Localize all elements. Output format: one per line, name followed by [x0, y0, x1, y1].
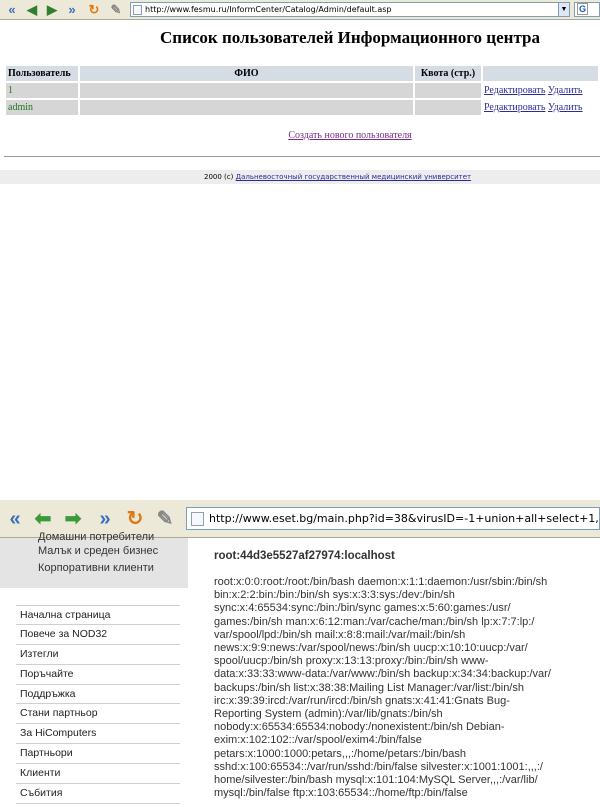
search-box[interactable]: G Go [574, 2, 600, 17]
edit-icon[interactable]: ✎ [108, 2, 124, 18]
dump-line: root:x:0:0:root:/root:/bin/bash daemon:x… [214, 576, 548, 588]
back-all-icon[interactable]: « [2, 507, 28, 531]
dump-line: var/spool/lpd:/bin/sh mail:x:8:8:mail:/v… [214, 628, 466, 641]
footer: 2000 (с) Дальневосточный государственный… [0, 170, 600, 184]
address-bar[interactable]: http://www.eset.bg/main.php?id=38&virusI… [186, 507, 600, 530]
sidebar-menu: Начална страница Повече за NOD32 Изтегли… [16, 605, 180, 804]
refresh-icon[interactable]: ↻ [86, 2, 102, 18]
page-icon [191, 512, 204, 526]
dump-line: Reporting System (admin):/var/lib/gnats:… [214, 708, 443, 721]
menu-item-clients[interactable]: Клиенти [16, 764, 180, 785]
menu-item-about-hicomputers[interactable]: За HiComputers [16, 724, 180, 745]
dump-line: bin:x:2:2:bin:/bin:/bin/sh sys:x:3:3:sys… [214, 589, 455, 602]
menu-item-download[interactable]: Изтегли [16, 645, 180, 665]
cell-quota [415, 100, 481, 115]
dump-line: irc:x:39:39:ircd:/var/run/ircd:/bin/sh g… [214, 694, 510, 707]
back-all-icon[interactable]: « [4, 2, 20, 18]
dump-line: exim:x:102:102::/var/spool/exim4:/bin/fa… [214, 734, 422, 747]
edit-link[interactable]: Редактировать [484, 102, 545, 113]
dump-line: backups:/bin/sh list:x:38:38:Mailing Lis… [214, 681, 524, 694]
cell-user: admin [6, 100, 78, 115]
address-dropdown-icon[interactable]: ▼ [558, 2, 570, 17]
address-text: http://www.eset.bg/main.php?id=38&virusI… [209, 512, 599, 525]
back-icon[interactable]: ◀ [24, 2, 40, 18]
create-user-link[interactable]: Создать нового пользователя [288, 130, 411, 141]
forward-all-icon[interactable]: » [64, 2, 80, 18]
table-row: admin Редактировать Удалить [6, 100, 598, 115]
passwd-dump: root:x:0:0:root:/root:/bin/bash daemon:x… [214, 576, 594, 800]
footer-copyright: 2000 (с) [204, 173, 234, 181]
dump-line: sshd:x:100:65534::/var/run/sshd:/bin/fal… [214, 760, 543, 773]
cell-actions: Редактировать Удалить [483, 83, 598, 98]
dump-line: petars:x:1000:1000:petars,,,:/home/petar… [214, 747, 466, 760]
delete-link[interactable]: Удалить [548, 85, 583, 96]
google-icon: G [577, 3, 589, 15]
create-user-area: Создать нового пользователя [0, 130, 600, 141]
column-header-user: Пользователь [6, 66, 78, 81]
cell-actions: Редактировать Удалить [483, 100, 598, 115]
column-header-quota: Квота (стр.) [415, 66, 481, 81]
menu-item-home[interactable]: Начална страница [16, 605, 180, 625]
sidebar-item-corporate[interactable]: Корпоративни клиенти [38, 562, 154, 574]
cell-user: 1 [6, 83, 78, 98]
edit-icon[interactable]: ✎ [152, 507, 178, 531]
dump-line: news:x:9:9:news:/var/spool/news:/bin/sh … [214, 642, 528, 655]
forward-icon[interactable]: ➡ [60, 507, 86, 531]
refresh-icon[interactable]: ↻ [122, 507, 148, 531]
sidebar-item-home-users[interactable]: Домашни потребители [38, 531, 154, 543]
table-header-row: Пользователь ФИО Квота (стр.) [6, 66, 598, 81]
table-row: 1 Редактировать Удалить [6, 83, 598, 98]
cell-fio [80, 100, 413, 115]
sidebar: Домашни потребители Малък и среден бизне… [0, 531, 188, 807]
menu-item-about-nod32[interactable]: Повече за NOD32 [16, 625, 180, 645]
column-header-fio: ФИО [80, 66, 413, 81]
footer-university-link[interactable]: Дальневосточный государственный медицинс… [236, 173, 471, 181]
address-bar[interactable]: http://www.fesmu.ru/InformCenter/Catalog… [130, 2, 560, 17]
dump-line: nobody:x:65534:65534:nobody:/nonexistent… [214, 721, 505, 734]
dump-line: home/silvester:/bin/bash mysql:x:101:104… [214, 774, 538, 787]
menu-item-events[interactable]: Събития [16, 784, 180, 804]
edit-link[interactable]: Редактировать [484, 85, 545, 96]
address-text: http://www.fesmu.ru/InformCenter/Catalog… [145, 5, 392, 14]
browser-toolbar: « ◀ ▶ » ↻ ✎ http://www.fesmu.ru/InformCe… [0, 0, 600, 20]
dump-line: data:x:33:33:www-data:/var/www:/bin/sh b… [214, 668, 551, 681]
dump-line: mysql:/bin/false ftp:x:103:65534::/home/… [214, 787, 468, 800]
users-table: Пользователь ФИО Квота (стр.) 1 Редактир… [4, 64, 600, 117]
dump-line: sync:x:4:65534:sync:/bin:/bin/sync games… [214, 602, 511, 615]
host-line: root:44d3e5527af27974:localhost [214, 550, 395, 562]
sidebar-customer-types: Домашни потребители Малък и среден бизне… [0, 531, 188, 588]
delete-link[interactable]: Удалить [548, 102, 583, 113]
back-icon[interactable]: ⬅ [30, 507, 56, 531]
menu-item-order[interactable]: Поръчайте [16, 665, 180, 685]
screenshot-fesmu: « ◀ ▶ » ↻ ✎ http://www.fesmu.ru/InformCe… [0, 0, 600, 190]
menu-item-become-partner[interactable]: Стани партньор [16, 704, 180, 725]
menu-item-partners[interactable]: Партньори [16, 744, 180, 765]
cell-fio [80, 83, 413, 98]
menu-item-support[interactable]: Поддръжка [16, 685, 180, 705]
cell-quota [415, 83, 481, 98]
dump-line: spool/uucp:/bin/sh proxy:x:13:13:proxy:/… [214, 655, 489, 668]
forward-all-icon[interactable]: » [92, 507, 118, 531]
forward-icon[interactable]: ▶ [44, 2, 60, 18]
divider [4, 156, 600, 157]
dump-line: games:/bin/sh man:x:6:12:man:/var/cache/… [214, 615, 535, 628]
content-area: root:44d3e5527af27974:localhost root:x:0… [214, 538, 600, 807]
page-title: Список пользователей Информационного цен… [160, 28, 540, 47]
page-icon [133, 5, 142, 15]
column-header-actions [483, 66, 598, 81]
sidebar-item-small-business[interactable]: Малък и среден бизнес [38, 545, 158, 557]
screenshot-eset: « ⬅ ➡ » ↻ ✎ http://www.eset.bg/main.php?… [0, 500, 600, 807]
